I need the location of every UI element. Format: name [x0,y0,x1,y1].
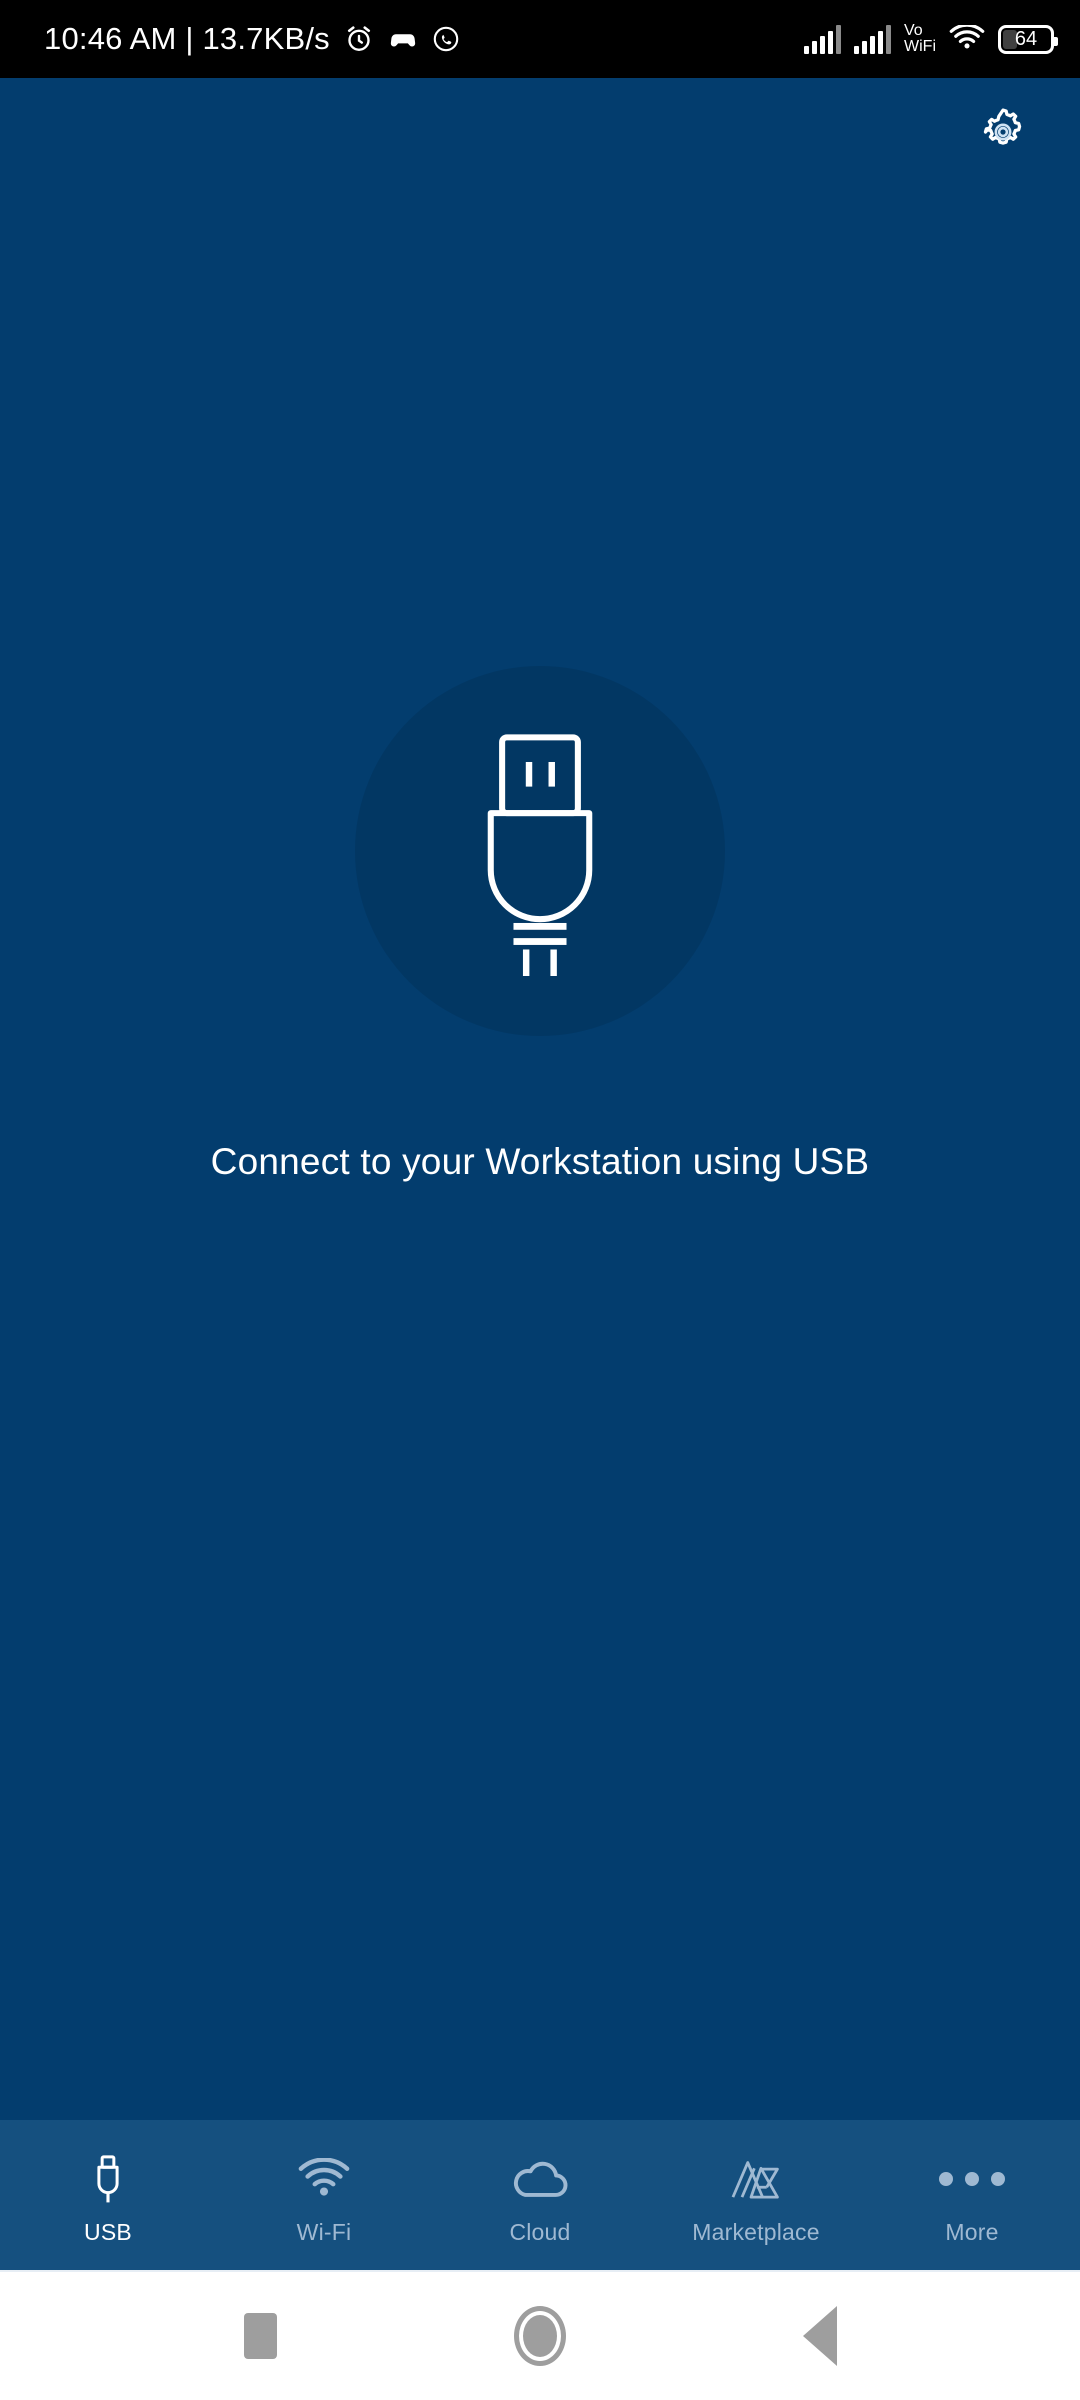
status-bar-right: Vo WiFi 64 [804,23,1058,55]
status-bar-clock: 10:46 AM | 13.7KB/s [44,21,330,56]
settings-button[interactable] [970,99,1036,165]
usb-plug-icon [88,2153,128,2205]
home-circle-icon [514,2306,566,2366]
signal-bars-sim2-icon [854,24,892,54]
nav-label-cloud: Cloud [509,2218,571,2245]
alarm-icon [347,26,370,51]
cloud-icon [510,2153,570,2205]
back-triangle-icon [803,2306,837,2366]
back-button[interactable] [760,2286,880,2386]
more-dots-icon [939,2153,1005,2205]
status-bar-left: 10:46 AM | 13.7KB/s [44,21,460,57]
nav-item-wifi[interactable]: Wi-Fi [216,2120,432,2270]
signal-bars-sim1-icon [804,24,842,54]
app-container: Connect to your Workstation using USB US… [0,78,1080,2270]
recents-button[interactable] [200,2286,320,2386]
recents-square-icon [243,2313,277,2359]
bottom-navigation: USB Wi-Fi Cloud Marketplace More [0,2120,1080,2270]
nav-label-wifi: Wi-Fi [296,2218,352,2245]
nav-item-more[interactable]: More [864,2120,1080,2270]
usb-hero: Connect to your Workstation using USB [0,666,1080,1183]
usb-icon-circle [355,666,725,1036]
game-controller-icon [390,34,416,47]
home-button[interactable] [480,2286,600,2386]
app-top-bar [0,78,1080,186]
wifi-icon [297,2153,351,2205]
whatsapp-icon [433,26,459,52]
wifi-icon [949,25,985,49]
vowifi-indicator: Vo WiFi [904,23,936,55]
usb-connector-icon [487,734,593,976]
nav-label-marketplace: Marketplace [692,2218,820,2245]
battery-level: 64 [1014,28,1038,50]
nav-label-usb: USB [84,2218,132,2245]
marketplace-logo-icon [728,2153,784,2205]
nav-item-cloud[interactable]: Cloud [432,2120,648,2270]
app-content: Connect to your Workstation using USB [0,186,1080,2120]
nav-item-usb[interactable]: USB [0,2120,216,2270]
vowifi-line2: WiFi [904,38,936,55]
status-bar: 10:46 AM | 13.7KB/s Vo WiFi 64 [0,0,1080,78]
device-screen: 10:46 AM | 13.7KB/s Vo WiFi 64 Connect t… [0,0,1080,2400]
hero-caption: Connect to your Workstation using USB [210,1141,870,1182]
android-system-navigation [0,2270,1080,2400]
nav-label-more: More [945,2218,999,2245]
vowifi-line1: Vo [904,22,923,39]
nav-item-marketplace[interactable]: Marketplace [648,2120,864,2270]
battery-icon: 64 [998,24,1058,54]
gear-icon [983,108,1022,145]
